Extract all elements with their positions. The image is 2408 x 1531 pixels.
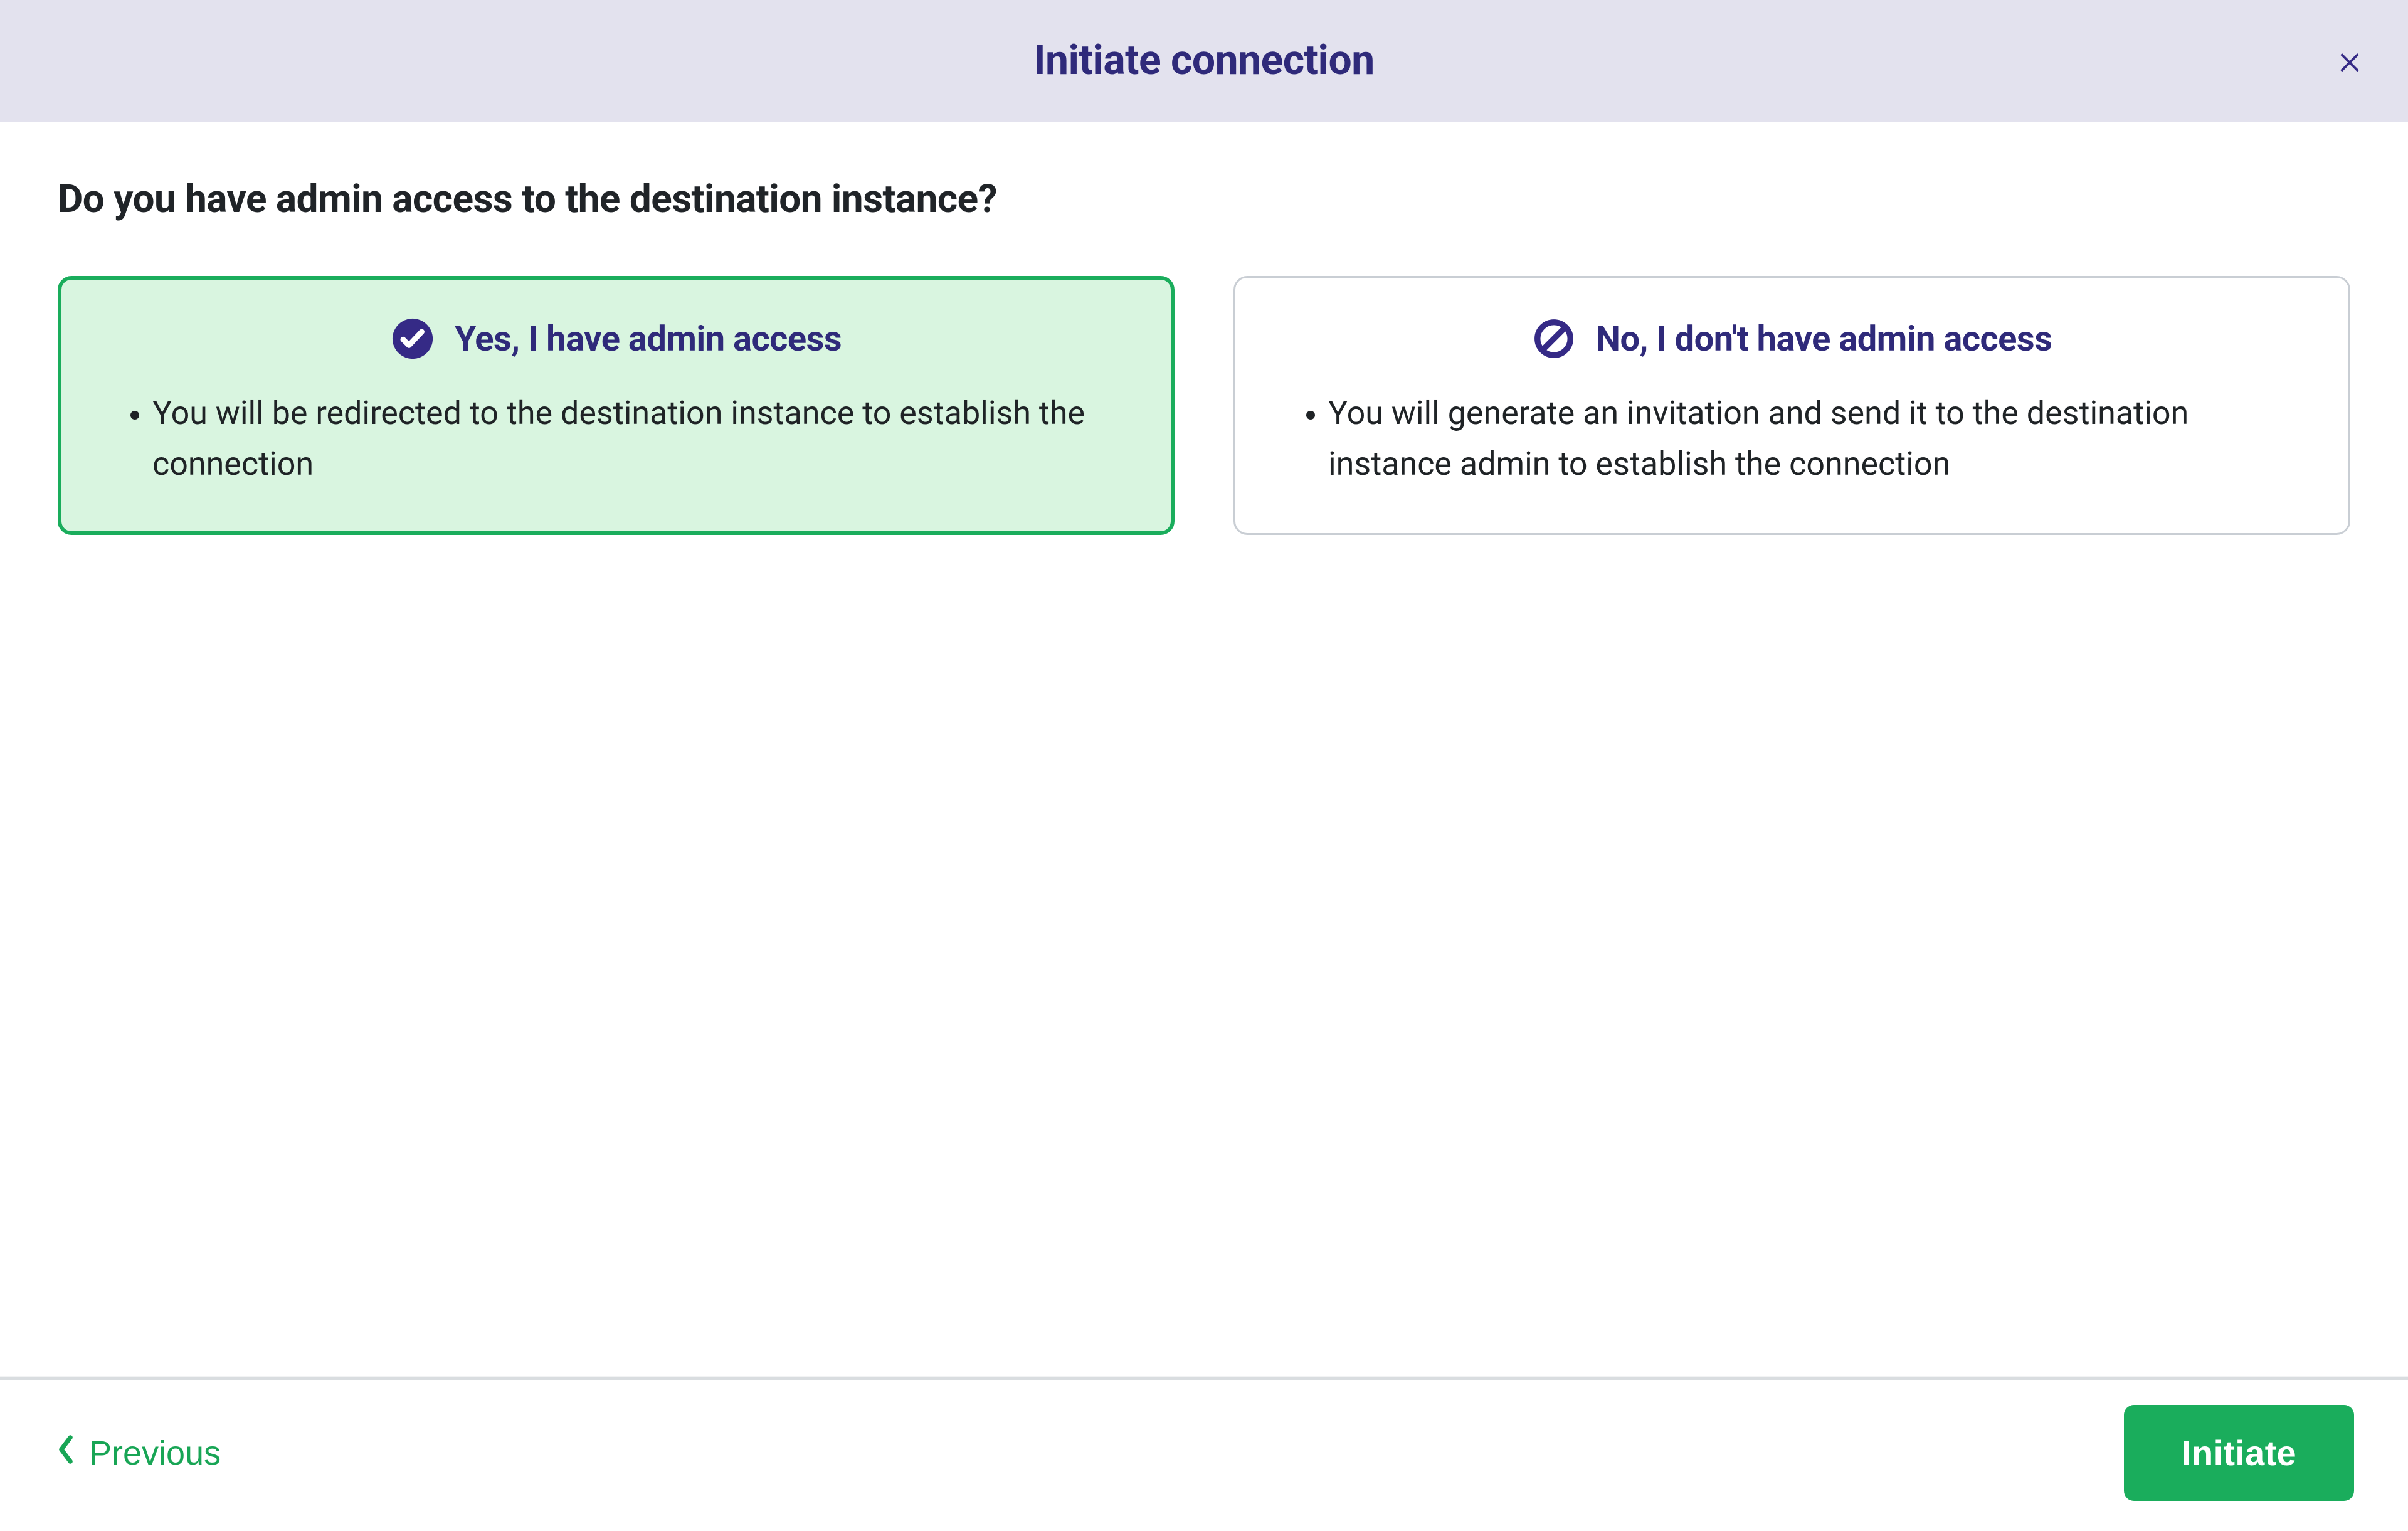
option-no-header: No, I don't have admin access	[1273, 317, 2311, 361]
initiate-connection-dialog: Initiate connection Do you have admin ac…	[0, 0, 2408, 1531]
option-no-bullet: You will generate an invitation and send…	[1328, 388, 2298, 489]
option-yes-title: Yes, I have admin access	[455, 318, 842, 359]
close-icon	[2335, 68, 2364, 77]
previous-label: Previous	[89, 1434, 221, 1473]
option-yes-bullet: You will be redirected to the destinatio…	[152, 388, 1122, 489]
check-circle-icon	[391, 317, 435, 361]
close-button[interactable]	[2330, 41, 2369, 80]
dialog-title: Initiate connection	[1033, 36, 1374, 85]
dialog-body: Do you have admin access to the destinat…	[0, 122, 2408, 1377]
dialog-header: Initiate connection	[0, 0, 2408, 122]
initiate-button[interactable]: Initiate	[2124, 1405, 2354, 1501]
dialog-footer: Previous Initiate	[0, 1377, 2408, 1531]
option-no-title: No, I don't have admin access	[1596, 318, 2052, 359]
chevron-left-icon	[56, 1434, 75, 1473]
option-no-bullets: You will generate an invitation and send…	[1273, 388, 2311, 489]
option-yes-admin-access[interactable]: Yes, I have admin access You will be red…	[58, 276, 1175, 535]
previous-button[interactable]: Previous	[54, 1429, 223, 1478]
prohibited-icon	[1532, 317, 1576, 361]
option-yes-bullets: You will be redirected to the destinatio…	[97, 388, 1135, 489]
option-no-admin-access[interactable]: No, I don't have admin access You will g…	[1233, 276, 2350, 535]
options-row: Yes, I have admin access You will be red…	[58, 276, 2350, 535]
option-yes-header: Yes, I have admin access	[97, 317, 1135, 361]
admin-access-question: Do you have admin access to the destinat…	[58, 176, 2350, 222]
